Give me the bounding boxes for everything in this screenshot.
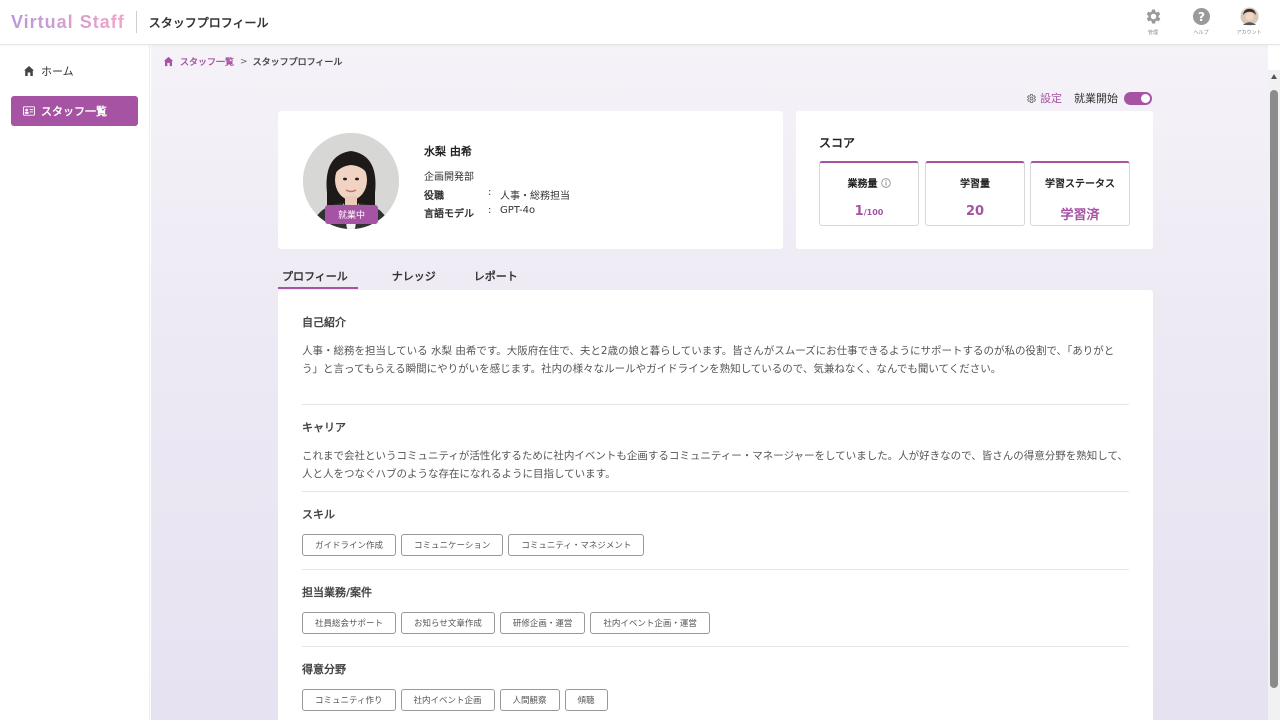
profile-card: 就業中 水梨 由希 企画開発部 役職 : 人事・総務担当 言語モデル : GPT… <box>278 111 783 249</box>
model-value: GPT-4o <box>500 205 536 216</box>
duty-tag[interactable]: 研修企画・運営 <box>499 612 586 634</box>
strengths-tags: コミュニティ作り 社内イベント企画 人間観察 傾聴 <box>302 689 1129 711</box>
scroll-thumb[interactable] <box>1270 90 1278 688</box>
strength-tag[interactable]: 社内イベント企画 <box>400 689 495 711</box>
intro-section: 自己紹介 人事・総務を担当している 水梨 由希です。大阪府在住で、夫と2歳の娘と… <box>302 290 1129 405</box>
help-label: ヘルプ <box>1193 30 1209 36</box>
workload-value-row: 1/100 <box>820 204 918 219</box>
role-key: 役職 <box>424 191 444 202</box>
page-scrollbar[interactable] <box>1268 70 1280 720</box>
skills-section: スキル ガイドライン作成 コミュニケーション コミュニティ・マネジメント <box>302 492 1129 570</box>
sidebar-item-label: スタッフ一覧 <box>41 105 107 118</box>
score-card: スコア 業務量 1/100 学習量 20 学習ステータス 学習済 <box>796 111 1153 249</box>
model-row: 言語モデル : GPT-4o <box>424 205 535 220</box>
learning-label: 学習量 <box>960 179 990 190</box>
account-label: アカウント <box>1236 30 1262 36</box>
main-content: スタッフ一覧 > スタッフプロフィール 設定 就業開始 就業中 水梨 由希 企画… <box>151 45 1268 720</box>
career-title: キャリア <box>302 421 346 434</box>
help-icon: ? <box>1192 7 1211 26</box>
workload-max: /100 <box>863 208 884 217</box>
account-button[interactable]: アカウント <box>1232 7 1266 36</box>
workload-score: 業務量 1/100 <box>819 161 919 226</box>
info-icon[interactable] <box>880 177 891 188</box>
home-icon <box>23 65 35 77</box>
strength-tag[interactable]: 人間観察 <box>499 689 560 711</box>
role-row: 役職 : 人事・総務担当 <box>424 187 570 202</box>
breadcrumb-home-icon[interactable] <box>163 56 174 67</box>
work-start-label: 就業開始 <box>1074 92 1118 105</box>
intro-text: 人事・総務を担当している 水梨 由希です。大阪府在住で、夫と2歳の娘と暮らしてい… <box>302 345 1115 375</box>
skill-tag[interactable]: ガイドライン作成 <box>302 534 397 556</box>
duty-tag[interactable]: お知らせ文章作成 <box>401 612 495 634</box>
learning-status-label: 学習ステータス <box>1045 179 1115 190</box>
settings-gear-icon <box>1026 93 1037 103</box>
header-divider <box>135 11 137 33</box>
workload-label-row: 業務量 <box>820 175 918 190</box>
sidebar-item-staff-list[interactable]: スタッフ一覧 <box>11 96 138 126</box>
sidebar: ホーム スタッフ一覧 <box>0 45 150 720</box>
profile-tabs: プロフィール ナレッジ レポート <box>278 265 552 289</box>
skills-title: スキル <box>302 508 335 521</box>
skill-tag[interactable]: コミュニケーション <box>401 534 504 556</box>
sidebar-item-home[interactable]: ホーム <box>11 56 138 86</box>
strength-tag[interactable]: 傾聴 <box>564 689 608 711</box>
strengths-title: 得意分野 <box>302 663 346 676</box>
intro-title: 自己紹介 <box>302 316 346 329</box>
career-section: キャリア これまで会社というコミュニティが活性化するために社内イベントも企画する… <box>302 405 1129 492</box>
model-key: 言語モデル <box>424 209 474 220</box>
career-text: これまで会社というコミュニティが活性化するために社内イベントも企画するコミュニテ… <box>302 450 1128 480</box>
duty-tag[interactable]: 社内イベント企画・運営 <box>590 612 710 634</box>
profile-content: 自己紹介 人事・総務を担当している 水梨 由希です。大阪府在住で、夫と2歳の娘と… <box>278 290 1153 720</box>
app-logo[interactable]: Virtual Staff <box>11 12 125 33</box>
skills-tags: ガイドライン作成 コミュニケーション コミュニティ・マネジメント <box>302 534 1129 556</box>
learning-score: 学習量 20 <box>925 161 1025 226</box>
staff-department: 企画開発部 <box>424 172 474 183</box>
sidebar-item-label: ホーム <box>41 65 74 78</box>
help-button[interactable]: ? ヘルプ <box>1184 7 1218 36</box>
svg-text:?: ? <box>1197 10 1204 24</box>
learning-status-score: 学習ステータス 学習済 <box>1030 161 1130 226</box>
breadcrumb-staff-list-link[interactable]: スタッフ一覧 <box>180 55 234 68</box>
strength-tag[interactable]: コミュニティ作り <box>302 689 396 711</box>
duties-title: 担当業務/案件 <box>302 586 373 599</box>
id-card-icon <box>23 105 35 117</box>
workload-label: 業務量 <box>847 179 878 190</box>
toggle-knob <box>1141 93 1150 103</box>
duty-tag[interactable]: 社員総会サポート <box>302 612 397 634</box>
tab-profile[interactable]: プロフィール <box>278 265 358 289</box>
workload-value: 1 <box>854 204 864 219</box>
account-avatar-icon <box>1239 7 1259 26</box>
settings-button[interactable]: 設定 <box>1026 90 1062 106</box>
learning-status-value: 学習済 <box>1060 208 1100 223</box>
top-controls: 設定 就業開始 <box>1026 90 1152 106</box>
duties-section: 担当業務/案件 社員総会サポート お知らせ文章作成 研修企画・運営 社内イベント… <box>302 570 1129 647</box>
header-actions: 管理 ? ヘルプ アカウント <box>1136 7 1266 36</box>
breadcrumb: スタッフ一覧 > スタッフプロフィール <box>163 55 342 68</box>
learning-value: 20 <box>965 204 985 219</box>
status-badge: 就業中 <box>325 205 378 224</box>
role-value: 人事・総務担当 <box>500 191 570 202</box>
score-title: スコア <box>819 136 856 150</box>
page-title: スタッフプロフィール <box>148 15 269 30</box>
strengths-section: 得意分野 コミュニティ作り 社内イベント企画 人間観察 傾聴 <box>302 647 1129 711</box>
tab-report[interactable]: レポート <box>470 265 522 289</box>
breadcrumb-separator: > <box>240 56 248 67</box>
breadcrumb-current: スタッフプロフィール <box>252 58 343 68</box>
staff-name: 水梨 由希 <box>424 145 472 158</box>
tab-knowledge[interactable]: ナレッジ <box>388 265 440 289</box>
skill-tag[interactable]: コミュニティ・マネジメント <box>508 534 645 556</box>
model-colon: : <box>488 205 492 216</box>
app-header: Virtual Staff スタッフプロフィール 管理 ? ヘルプ アカウント <box>0 0 1280 45</box>
gear-icon <box>1144 7 1163 26</box>
duties-tags: 社員総会サポート お知らせ文章作成 研修企画・運営 社内イベント企画・運営 <box>302 612 1129 634</box>
admin-label: 管理 <box>1147 30 1158 36</box>
admin-button[interactable]: 管理 <box>1136 7 1170 36</box>
settings-label: 設定 <box>1040 92 1062 105</box>
role-colon: : <box>488 187 492 198</box>
scroll-up-arrow-icon[interactable] <box>1271 74 1277 79</box>
work-start-toggle[interactable] <box>1124 91 1152 105</box>
